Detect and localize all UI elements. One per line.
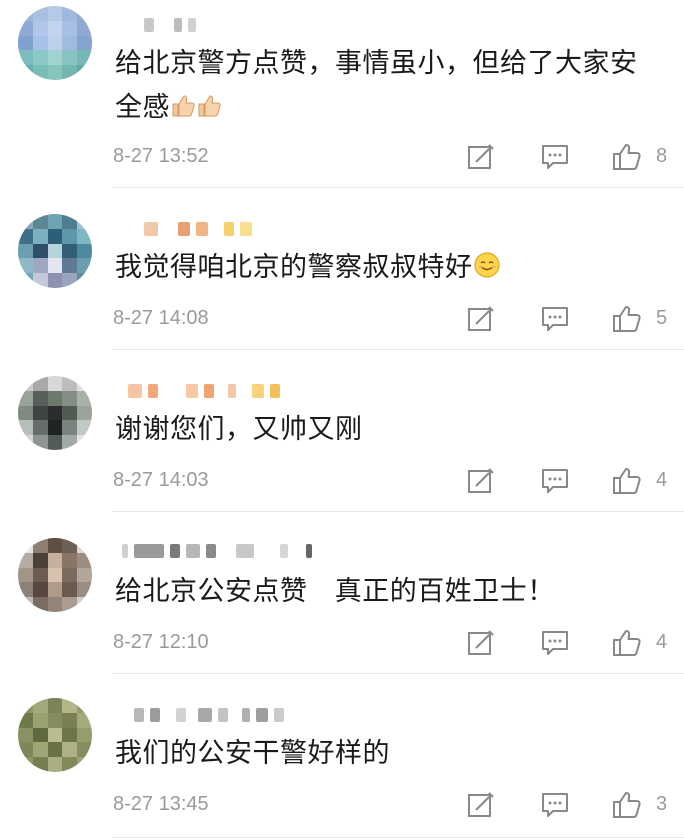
username-obscured[interactable] <box>116 540 312 562</box>
comment-timestamp: 8-27 13:52 <box>113 145 209 167</box>
comment-text-line-1: 给北京警方点赞，事情虽小，但给了大家安 <box>115 48 638 79</box>
comment-item: 我觉得咱北京的警察叔叔特好 8-27 14:08 5 <box>0 188 684 350</box>
thumbs-up-icon <box>196 89 222 133</box>
avatar[interactable] <box>18 698 92 772</box>
comment-actions: 4 <box>466 466 676 496</box>
comment-bubble-icon[interactable] <box>540 304 570 334</box>
share-edit-icon[interactable] <box>466 466 496 496</box>
comment-item: 谢谢您们，又帅又刚 8-27 14:03 4 <box>0 350 684 512</box>
thumbs-up-icon[interactable] <box>611 628 643 658</box>
avatar[interactable] <box>18 6 92 80</box>
thumbs-up-icon[interactable] <box>611 790 643 820</box>
smiling-face-icon <box>473 249 501 293</box>
thumbs-up-icon[interactable] <box>611 466 643 496</box>
comment-bubble-icon[interactable] <box>540 142 570 172</box>
comment-item: 给北京警方点赞，事情虽小，但给了大家安 全感 8-27 13:52 8 <box>0 0 684 188</box>
comment-text: 我觉得咱北京的警察叔叔特好 <box>115 246 675 293</box>
comment-bubble-icon[interactable] <box>540 628 570 658</box>
like-count: 3 <box>656 793 668 815</box>
comment-text: 谢谢您们，又帅又刚 <box>115 414 363 445</box>
comment-item: 给北京公安点赞 真正的百姓卫士！ 8-27 12:10 4 <box>0 512 684 674</box>
comment-actions: 3 <box>466 790 676 820</box>
like-count: 4 <box>656 631 668 653</box>
divider <box>112 837 684 838</box>
username-obscured[interactable] <box>116 380 280 402</box>
comment-text: 我们的公安干警好样的 <box>115 738 390 769</box>
comment-timestamp: 8-27 14:08 <box>113 307 209 329</box>
share-edit-icon[interactable] <box>466 790 496 820</box>
username-obscured[interactable] <box>116 218 252 240</box>
avatar[interactable] <box>18 538 92 612</box>
comment-text: 给北京警方点赞，事情虽小，但给了大家安 全感 <box>115 42 675 133</box>
comment-actions: 4 <box>466 628 676 658</box>
share-edit-icon[interactable] <box>466 142 496 172</box>
comment-item: 我们的公安干警好样的 8-27 13:45 3 <box>0 674 684 840</box>
thumbs-up-icon[interactable] <box>611 142 643 172</box>
comment-timestamp: 8-27 13:45 <box>113 793 209 815</box>
comment-timestamp: 8-27 14:03 <box>113 469 209 491</box>
share-edit-icon[interactable] <box>466 628 496 658</box>
comment-bubble-icon[interactable] <box>540 466 570 496</box>
like-count: 5 <box>656 307 668 329</box>
comment-actions: 8 <box>466 142 676 172</box>
comment-text-line-2: 全感 <box>115 86 675 133</box>
avatar[interactable] <box>18 214 92 288</box>
share-edit-icon[interactable] <box>466 304 496 334</box>
username-obscured[interactable] <box>116 14 196 36</box>
like-count: 4 <box>656 469 668 491</box>
username-obscured[interactable] <box>116 704 284 726</box>
like-count: 8 <box>656 145 668 167</box>
comment-text: 给北京公安点赞 真正的百姓卫士！ <box>115 576 555 607</box>
comment-bubble-icon[interactable] <box>540 790 570 820</box>
thumbs-up-icon[interactable] <box>611 304 643 334</box>
comment-actions: 5 <box>466 304 676 334</box>
thumbs-up-icon <box>170 89 196 133</box>
comment-timestamp: 8-27 12:10 <box>113 631 209 653</box>
avatar[interactable] <box>18 376 92 450</box>
